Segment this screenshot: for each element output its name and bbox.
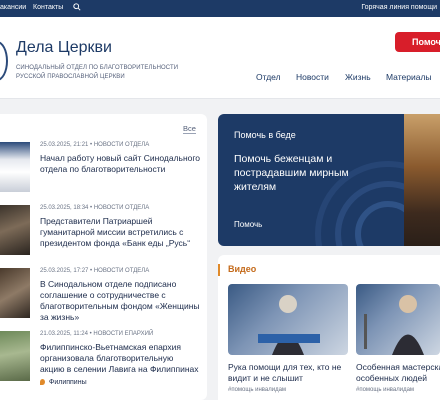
news-item[interactable]: 25.03.2025, 17:27 • НОВОСТИ ОТДЕЛА В Син… bbox=[0, 268, 207, 328]
video-card-title[interactable]: Рука помощи для тех, кто не видит и не с… bbox=[228, 362, 348, 384]
news-meta: 25.03.2025, 21:21 • НОВОСТИ ОТДЕЛА bbox=[40, 142, 150, 148]
news-thumbnail[interactable] bbox=[0, 268, 30, 318]
contacts-link[interactable]: Контакты bbox=[33, 4, 63, 11]
nav-item-materials[interactable]: Материалы bbox=[386, 72, 432, 82]
top-bar: акансии Контакты Горячая линия помощи bbox=[0, 0, 440, 17]
nav-item-news[interactable]: Новости bbox=[296, 72, 329, 82]
news-title[interactable]: Филиппинско-Вьетнамская епархия организо… bbox=[40, 342, 200, 375]
site-subtitle: Синодальный отдел по благотворительности… bbox=[16, 65, 179, 80]
news-item[interactable]: 21.03.2025, 11:24 • НОВОСТИ ЕПАРХИЙ Фили… bbox=[0, 331, 207, 391]
news-thumbnail[interactable] bbox=[0, 142, 30, 192]
video-card-tag[interactable]: #помощь инвалидам bbox=[356, 387, 414, 393]
banner-help-link[interactable]: Помочь bbox=[234, 220, 262, 229]
logo-icon[interactable] bbox=[0, 41, 8, 81]
news-thumbnail[interactable] bbox=[0, 205, 30, 255]
news-title[interactable]: Начал работу новый сайт Синодального отд… bbox=[40, 153, 200, 175]
news-title[interactable]: Представители Патриаршей гуманитарной ми… bbox=[40, 216, 200, 249]
video-thumbnail-art bbox=[364, 295, 424, 355]
news-title[interactable]: В Синодальном отделе подписано соглашени… bbox=[40, 279, 200, 323]
video-thumbnail[interactable] bbox=[356, 284, 440, 355]
nav-item-department[interactable]: Отдел bbox=[256, 72, 281, 82]
vacancies-link[interactable]: акансии bbox=[0, 4, 26, 11]
video-card-title[interactable]: Особенная мастерская особенных людей bbox=[356, 362, 440, 384]
news-meta: 21.03.2025, 11:24 • НОВОСТИ ЕПАРХИЙ bbox=[40, 331, 154, 337]
news-item[interactable]: 25.03.2025, 21:21 • НОВОСТИ ОТДЕЛА Начал… bbox=[0, 142, 207, 202]
all-news-link[interactable]: Все bbox=[183, 124, 196, 134]
news-location-tag[interactable]: Филиппины bbox=[40, 379, 87, 386]
news-thumbnail[interactable] bbox=[0, 331, 30, 381]
help-button[interactable]: Помоч bbox=[395, 32, 440, 52]
site-title[interactable]: Дела Церкви bbox=[16, 39, 112, 57]
news-meta: 25.03.2025, 17:27 • НОВОСТИ ОТДЕЛА bbox=[40, 268, 150, 274]
section-accent bbox=[218, 264, 220, 276]
help-banner[interactable]: Помочь в беде Помочь беженцам и пострада… bbox=[218, 114, 440, 246]
video-section-title[interactable]: Видео bbox=[228, 264, 256, 274]
video-panel: Видео Рука помощи для тех, кто не видит … bbox=[218, 255, 440, 400]
video-card-tag[interactable]: #помощь инвалидам bbox=[228, 387, 286, 393]
news-tag-label: Филиппины bbox=[49, 379, 87, 386]
search-icon[interactable] bbox=[73, 3, 81, 11]
video-thumbnail[interactable] bbox=[228, 284, 348, 355]
hotline-link[interactable]: Горячая линия помощи bbox=[361, 4, 437, 11]
news-item[interactable]: 25.03.2025, 18:34 • НОВОСТИ ОТДЕЛА Предс… bbox=[0, 205, 207, 265]
news-meta: 25.03.2025, 18:34 • НОВОСТИ ОТДЕЛА bbox=[40, 205, 150, 211]
banner-photo bbox=[404, 114, 440, 246]
video-thumbnail-art bbox=[258, 295, 320, 355]
banner-title[interactable]: Помочь беженцам и пострадавшим мирным жи… bbox=[234, 152, 384, 194]
location-pin-icon bbox=[40, 379, 45, 385]
news-panel: Все 25.03.2025, 21:21 • НОВОСТИ ОТДЕЛА Н… bbox=[0, 114, 207, 400]
banner-label: Помочь в беде bbox=[234, 130, 296, 140]
nav-item-life[interactable]: Жизнь bbox=[345, 72, 371, 82]
site-header: Дела Церкви Синодальный отдел по благотв… bbox=[0, 17, 440, 99]
